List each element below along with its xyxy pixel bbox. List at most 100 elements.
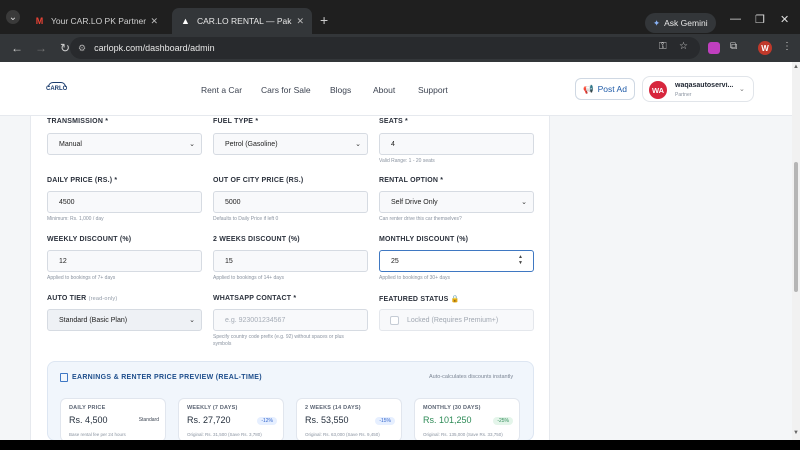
tab-title: Your CAR.LO PK Partner Applic... (51, 16, 147, 26)
page-viewport: CARLO Rent a Car Cars for Sale Blogs Abo… (0, 62, 792, 440)
discount-badge: -12% (257, 417, 277, 425)
weekly-discount-label: WEEKLY DISCOUNT (%) (47, 236, 132, 243)
ask-gemini-button[interactable]: ✦ Ask Gemini (645, 13, 716, 33)
monthly-discount-hint: Applied to bookings of 30+ days (379, 275, 451, 281)
fuel-type-label: FUEL TYPE * (213, 118, 259, 125)
rental-option-select[interactable]: Self Drive Only ⌄ (379, 191, 534, 213)
seats-input[interactable]: 4 (379, 133, 534, 155)
monthly-discount-label: MONTHLY DISCOUNT (%) (379, 236, 469, 243)
user-role: Partner (675, 92, 692, 98)
chevron-down-icon: ⌄ (189, 141, 195, 148)
status-badge: Standard (138, 417, 159, 423)
gemini-icon: ✦ (653, 17, 661, 28)
earnings-preview-panel: EARNINGS & RENTER PRICE PREVIEW (REAL-TI… (47, 361, 534, 440)
weekly-discount-input[interactable]: 12 (47, 250, 202, 272)
tab-search-icon[interactable]: ⌄ (6, 10, 20, 24)
bookmark-star-icon[interactable]: ☆ (679, 41, 688, 52)
read-only-note: (read-only) (88, 296, 118, 302)
page-scrollbar[interactable]: ▲ ▼ (792, 62, 800, 440)
back-icon[interactable]: ← (10, 41, 24, 55)
close-icon[interactable]: ✕ (296, 16, 304, 27)
password-key-icon[interactable]: ⚿ (659, 41, 667, 52)
site-info-icon[interactable]: ⚙ (78, 43, 86, 54)
daily-price-hint: Minimum: Rs. 1,000 / day (47, 216, 104, 222)
out-of-city-price-hint: Defaults to Daily Price if left 0 (213, 216, 279, 222)
chevron-down-icon: ⌄ (739, 86, 745, 93)
tab-gmail[interactable]: M Your CAR.LO PK Partner Applic... ✕ (26, 8, 166, 34)
price-card-daily: DAILY PRICE Rs. 4,500 Standard Base rent… (60, 398, 166, 440)
discount-badge: -25% (493, 417, 513, 425)
nav-about[interactable]: About (373, 85, 395, 95)
lock-icon: 🔒 (450, 296, 460, 303)
daily-price-label: DAILY PRICE (RS.) * (47, 177, 118, 184)
browser-menu-icon[interactable]: ⋮ (782, 41, 792, 52)
rental-option-hint: Can renter drive this car themselves? (379, 216, 462, 222)
auto-tier-label: AUTO TIER (read-only) (47, 295, 118, 302)
close-icon[interactable]: ✕ (150, 16, 158, 27)
spinner-arrows-icon[interactable]: ▲ ▼ (518, 254, 523, 266)
gmail-icon: M (35, 16, 44, 26)
tab-carlo[interactable]: ▲ CAR.LO RENTAL — Pakistan's #... ✕ (172, 8, 312, 34)
chevron-down-icon: ⌄ (189, 317, 195, 324)
post-ad-button[interactable]: 📢 Post Ad (575, 78, 635, 100)
carlo-logo[interactable]: CARLO (46, 82, 68, 96)
calculator-icon (60, 373, 68, 382)
two-weeks-discount-label: 2 WEEKS DISCOUNT (%) (213, 236, 300, 243)
price-card-two-weeks: 2 WEEKS (14 DAYS) Rs. 53,550 -15% Origin… (296, 398, 402, 440)
forward-icon[interactable]: → (34, 41, 48, 55)
featured-checkbox-row: Locked (Requires Premium+) (379, 309, 534, 331)
chevron-down-icon: ⌄ (355, 141, 361, 148)
url-text: carlopk.com/dashboard/admin (94, 43, 215, 53)
two-weeks-discount-input[interactable]: 15 (213, 250, 368, 272)
nav-support[interactable]: Support (418, 85, 448, 95)
extension-icon[interactable] (708, 42, 720, 57)
restore-icon[interactable]: ❐ (755, 13, 765, 26)
minimize-icon[interactable]: — (730, 13, 741, 25)
preview-title: EARNINGS & RENTER PRICE PREVIEW (REAL-TI… (72, 374, 262, 381)
bottom-edge (0, 440, 800, 450)
daily-price-input[interactable]: 4500 (47, 191, 202, 213)
transmission-select[interactable]: Manual ⌄ (47, 133, 202, 155)
avatar: WA (649, 81, 667, 99)
preview-note: Auto-calculates discounts instantly (429, 374, 514, 380)
fuel-type-select[interactable]: Petrol (Gasoline) ⌄ (213, 133, 368, 155)
seats-label: SEATS * (379, 118, 408, 125)
transmission-label: TRANSMISSION * (47, 118, 109, 125)
out-of-city-price-label: OUT OF CITY PRICE (RS.) (213, 177, 304, 184)
whatsapp-hint: Specify country code prefix (e.g. 92) wi… (213, 334, 344, 340)
address-bar[interactable]: ⚙ carlopk.com/dashboard/admin (70, 37, 700, 59)
profile-avatar[interactable]: W (758, 41, 772, 55)
tab-title: CAR.LO RENTAL — Pakistan's #... (197, 16, 292, 26)
browser-toolbar: ← → ↻ ⚙ carlopk.com/dashboard/admin ⚿ ☆ … (0, 34, 800, 62)
site-header: CARLO Rent a Car Cars for Sale Blogs Abo… (0, 62, 792, 116)
nav-rent-a-car[interactable]: Rent a Car (201, 85, 242, 95)
ask-gemini-label: Ask Gemini (664, 18, 708, 28)
price-card-weekly: WEEKLY (7 DAYS) Rs. 27,720 -12% Original… (178, 398, 284, 440)
scroll-up-icon[interactable]: ▲ (793, 64, 799, 70)
two-weeks-discount-hint: Applied to bookings of 14+ days (213, 275, 285, 281)
auto-tier-select: Standard (Basic Plan) ⌄ (47, 309, 202, 331)
user-name: waqasautoservi... (675, 82, 734, 89)
new-tab-button[interactable]: + (320, 12, 328, 28)
scrollbar-thumb[interactable] (794, 162, 798, 292)
nav-blogs[interactable]: Blogs (330, 85, 351, 95)
featured-checkbox (390, 315, 399, 325)
discount-badge: -15% (375, 417, 395, 425)
carlo-icon: ▲ (181, 16, 190, 26)
price-card-monthly: MONTHLY (30 DAYS) Rs. 101,250 -25% Origi… (414, 398, 520, 440)
user-menu[interactable]: WA waqasautoservi... Partner ⌄ (642, 76, 754, 102)
whatsapp-label: WHATSAPP CONTACT * (213, 295, 297, 302)
scroll-down-icon[interactable]: ▼ (793, 430, 799, 436)
extensions-puzzle-icon[interactable]: ⧉ (730, 41, 737, 52)
out-of-city-price-input[interactable]: 5000 (213, 191, 368, 213)
whatsapp-hint-2: symbols (213, 341, 232, 347)
whatsapp-input[interactable]: e.g. 923001234567 (213, 309, 368, 331)
chevron-down-icon: ⌄ (521, 199, 527, 206)
megaphone-icon: 📢 (583, 83, 594, 94)
nav-cars-for-sale[interactable]: Cars for Sale (261, 85, 311, 95)
window-close-icon[interactable]: ✕ (780, 13, 789, 26)
monthly-discount-input[interactable]: 25 ▲ ▼ (379, 250, 534, 272)
featured-status-label: FEATURED STATUS 🔒 (379, 296, 460, 303)
seats-hint: Valid Range: 1 - 20 seats (379, 158, 435, 164)
rental-option-label: RENTAL OPTION * (379, 177, 444, 184)
